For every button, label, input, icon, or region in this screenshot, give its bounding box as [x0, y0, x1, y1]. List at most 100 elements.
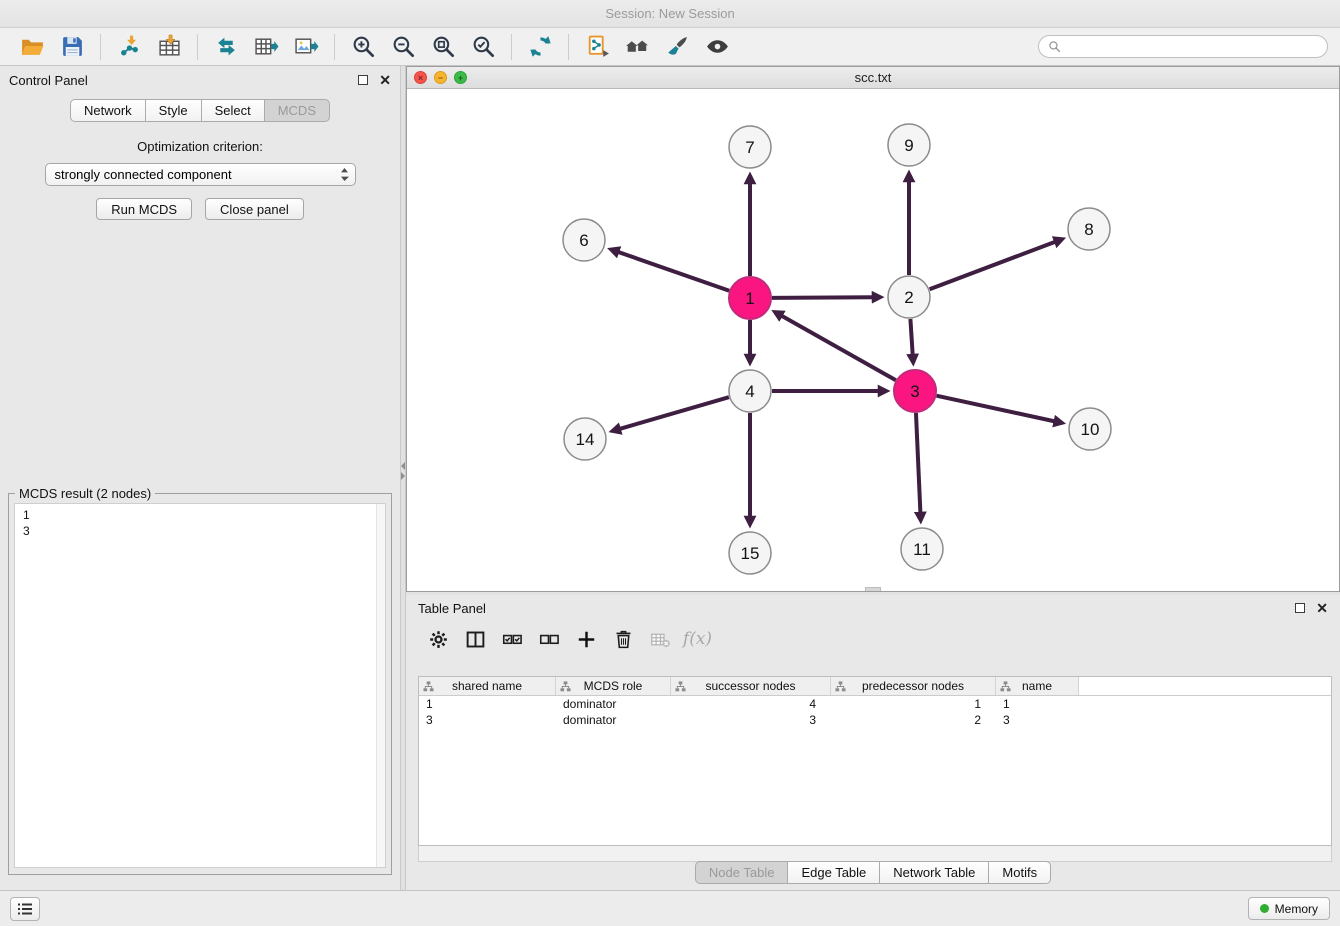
float-panel-icon[interactable]	[358, 75, 368, 85]
tab-network[interactable]: Network	[70, 99, 146, 122]
close-table-panel-icon[interactable]: ✕	[1316, 601, 1328, 615]
node-4[interactable]: 4	[729, 370, 771, 412]
edge-2-8[interactable]	[930, 242, 1056, 290]
search-icon	[1048, 40, 1061, 53]
node-1[interactable]: 1	[729, 277, 771, 319]
node-7[interactable]: 7	[729, 126, 771, 168]
tab-mcds[interactable]: MCDS	[264, 99, 330, 122]
open-session-icon[interactable]	[12, 32, 52, 62]
close-window-icon[interactable]: ×	[414, 71, 427, 84]
edge-1-2[interactable]	[772, 297, 873, 298]
gear-icon[interactable]	[420, 624, 457, 654]
table-row[interactable]: 3dominator323	[419, 712, 1331, 728]
zoom-window-icon[interactable]: +	[454, 71, 467, 84]
control-panel-tabs: NetworkStyleSelectMCDS	[0, 99, 400, 122]
function-builder-icon: f(x)	[679, 624, 716, 654]
add-row-icon[interactable]	[568, 624, 605, 654]
edge-2-3[interactable]	[910, 319, 912, 355]
node-14[interactable]: 14	[564, 418, 606, 460]
table-body: 1dominator4113dominator323	[419, 696, 1331, 728]
node-9[interactable]: 9	[888, 124, 930, 166]
tab-network-table[interactable]: Network Table	[879, 861, 989, 884]
zoom-out-icon[interactable]	[383, 32, 423, 62]
table-panel-title: Table Panel	[418, 601, 486, 616]
table-cell: 1	[831, 697, 996, 711]
toolbar-separator	[334, 34, 335, 60]
column-header-name[interactable]: name	[996, 677, 1079, 695]
column-header-mcds-role[interactable]: MCDS role	[556, 677, 671, 695]
table-cell: 3	[671, 713, 831, 727]
show-panels-button[interactable]	[10, 897, 40, 921]
window-title: Session: New Session	[605, 6, 734, 21]
close-panel-icon[interactable]: ✕	[379, 73, 391, 87]
node-11[interactable]: 11	[901, 528, 943, 570]
memory-button[interactable]: Memory	[1248, 897, 1330, 920]
node-3[interactable]: 3	[894, 370, 936, 412]
edge-3-1[interactable]	[781, 316, 895, 381]
search-input[interactable]	[1066, 40, 1318, 54]
edge-1-6[interactable]	[618, 252, 729, 291]
toolbar-separator	[100, 34, 101, 60]
table-cell: 4	[671, 697, 831, 711]
select-all-icon[interactable]	[494, 624, 531, 654]
export-network-icon[interactable]	[206, 32, 246, 62]
tab-style[interactable]: Style	[145, 99, 202, 122]
table-panel-header: Table Panel ✕	[406, 595, 1340, 621]
table-row[interactable]: 1dominator411	[419, 696, 1331, 712]
close-panel-button[interactable]: Close panel	[205, 198, 304, 220]
edge-3-10[interactable]	[936, 396, 1054, 422]
memory-label: Memory	[1275, 902, 1318, 916]
node-6[interactable]: 6	[563, 219, 605, 261]
table-header-row: shared nameMCDS rolesuccessor nodesprede…	[419, 677, 1331, 696]
toolbar-separator	[197, 34, 198, 60]
zoom-in-icon[interactable]	[343, 32, 383, 62]
column-header-successor-nodes[interactable]: successor nodes	[671, 677, 831, 695]
tab-edge-table[interactable]: Edge Table	[787, 861, 880, 884]
node-8[interactable]: 8	[1068, 208, 1110, 250]
dropdown-value: strongly connected component	[55, 167, 232, 182]
search-box[interactable]	[1038, 35, 1328, 58]
window-resize-handle[interactable]	[865, 587, 881, 591]
refresh-icon[interactable]	[520, 32, 560, 62]
optimization-dropdown[interactable]: strongly connected component	[45, 163, 356, 186]
delete-row-icon[interactable]	[605, 624, 642, 654]
column-header-predecessor-nodes[interactable]: predecessor nodes	[831, 677, 996, 695]
tab-motifs[interactable]: Motifs	[988, 861, 1051, 884]
zoom-fit-icon[interactable]	[423, 32, 463, 62]
node-2[interactable]: 2	[888, 276, 930, 318]
run-mcds-button[interactable]: Run MCDS	[96, 198, 192, 220]
show-graphics-icon[interactable]	[697, 32, 737, 62]
network-canvas[interactable]: 7 9 6 8 1 2 4 3 14 10 15 11	[407, 89, 1339, 591]
node-10[interactable]: 10	[1069, 408, 1111, 450]
column-header-shared-name[interactable]: shared name	[419, 677, 556, 695]
import-table-icon[interactable]	[149, 32, 189, 62]
window-titlebar: Session: New Session	[0, 0, 1340, 28]
home-view-icon[interactable]	[617, 32, 657, 62]
table-cell: 1	[419, 697, 556, 711]
import-network-icon[interactable]	[109, 32, 149, 62]
node-15[interactable]: 15	[729, 532, 771, 574]
list-icon	[17, 902, 33, 916]
zoom-selected-icon[interactable]	[463, 32, 503, 62]
edge-4-14[interactable]	[620, 397, 729, 429]
tab-select[interactable]: Select	[201, 99, 265, 122]
network-view-window: × − + scc.txt 7968124314101511	[406, 66, 1340, 592]
mcds-result-list[interactable]: 13	[14, 503, 386, 868]
save-session-icon[interactable]	[52, 32, 92, 62]
tab-node-table[interactable]: Node Table	[695, 861, 789, 884]
float-table-panel-icon[interactable]	[1295, 603, 1305, 613]
deselect-all-icon[interactable]	[531, 624, 568, 654]
split-panel-icon[interactable]	[457, 624, 494, 654]
mcds-result-item: 3	[23, 523, 377, 539]
export-table-icon[interactable]	[246, 32, 286, 62]
table-toolbar: f(x)	[406, 621, 1340, 657]
result-scrollbar[interactable]	[376, 504, 385, 867]
table-panel: Table Panel ✕ f(x) shared nameMCDS roles…	[406, 595, 1340, 890]
table-horizontal-scrollbar[interactable]	[418, 846, 1332, 862]
edge-3-11[interactable]	[916, 413, 920, 513]
style-apply-icon[interactable]	[657, 32, 697, 62]
minimize-window-icon[interactable]: −	[434, 71, 447, 84]
export-image-icon[interactable]	[286, 32, 326, 62]
copy-view-icon[interactable]	[577, 32, 617, 62]
toolbar-separator	[511, 34, 512, 60]
